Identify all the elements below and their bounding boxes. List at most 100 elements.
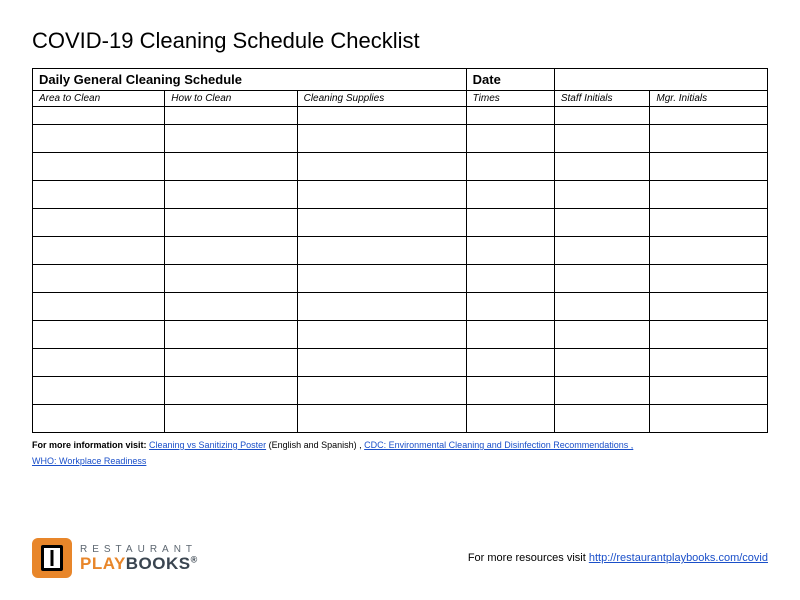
table-cell	[650, 181, 768, 209]
col-times: Times	[466, 91, 554, 107]
table-cell	[297, 321, 466, 349]
table-cell	[554, 265, 650, 293]
table-cell	[650, 153, 768, 181]
table-cell	[650, 293, 768, 321]
table-cell	[165, 405, 297, 433]
table-cell	[33, 321, 165, 349]
table-cell	[466, 181, 554, 209]
logo-text-bottom: PLAYBOOKS®	[80, 555, 198, 572]
table-cell	[33, 349, 165, 377]
table-cell	[466, 125, 554, 153]
footer-text: For more resources visit http://restaura…	[468, 552, 768, 564]
table-cell	[297, 349, 466, 377]
table-cell	[466, 293, 554, 321]
info-prefix: For more information visit:	[32, 440, 147, 450]
footer-link[interactable]: http://restaurantplaybooks.com/covid	[589, 552, 768, 564]
table-cell	[33, 181, 165, 209]
table-cell	[554, 405, 650, 433]
table-cell	[165, 237, 297, 265]
table-cell	[554, 181, 650, 209]
cleaning-schedule-table: Daily General Cleaning Schedule Date Are…	[32, 68, 768, 433]
table-cell	[650, 265, 768, 293]
table-cell	[165, 349, 297, 377]
footer: RESTAURANT PLAYBOOKS® For more resources…	[32, 538, 768, 578]
table-cell	[466, 265, 554, 293]
table-cell	[650, 349, 768, 377]
table-row	[33, 237, 768, 265]
info-links: For more information visit: Cleaning vs …	[32, 437, 768, 469]
table-cell	[33, 107, 165, 125]
table-cell	[650, 125, 768, 153]
table-cell	[466, 209, 554, 237]
table-cell	[297, 377, 466, 405]
table-cell	[33, 377, 165, 405]
table-cell	[297, 209, 466, 237]
logo-text: RESTAURANT PLAYBOOKS®	[80, 545, 198, 572]
link-who[interactable]: WHO: Workplace Readiness	[32, 456, 146, 466]
table-row	[33, 209, 768, 237]
table-row	[33, 293, 768, 321]
table-cell	[650, 377, 768, 405]
table-row	[33, 321, 768, 349]
page-title: COVID-19 Cleaning Schedule Checklist	[32, 28, 768, 54]
table-cell	[33, 293, 165, 321]
table-cell	[297, 181, 466, 209]
table-cell	[33, 209, 165, 237]
footer-prefix: For more resources visit	[468, 552, 589, 564]
col-supplies: Cleaning Supplies	[297, 91, 466, 107]
table-cell	[33, 405, 165, 433]
logo-icon	[32, 538, 72, 578]
table-cell	[466, 237, 554, 265]
table-cell	[554, 377, 650, 405]
table-cell	[33, 125, 165, 153]
table-row	[33, 125, 768, 153]
table-cell	[650, 405, 768, 433]
table-cell	[297, 293, 466, 321]
table-cell	[165, 265, 297, 293]
table-cell	[554, 237, 650, 265]
table-cell	[165, 153, 297, 181]
table-cell	[165, 293, 297, 321]
table-cell	[554, 349, 650, 377]
table-cell	[165, 377, 297, 405]
table-cell	[554, 209, 650, 237]
table-cell	[165, 125, 297, 153]
table-row	[33, 181, 768, 209]
table-cell	[554, 293, 650, 321]
link-cdc[interactable]: CDC: Environmental Cleaning and Disinfec…	[364, 440, 633, 450]
table-cell	[297, 153, 466, 181]
table-cell	[297, 237, 466, 265]
table-row	[33, 265, 768, 293]
header-date-value	[554, 69, 767, 91]
table-cell	[297, 405, 466, 433]
header-schedule: Daily General Cleaning Schedule	[33, 69, 467, 91]
table-cell	[466, 377, 554, 405]
table-row	[33, 153, 768, 181]
table-cell	[297, 107, 466, 125]
table-cell	[466, 107, 554, 125]
table-cell	[650, 237, 768, 265]
info-link1-suffix: (English and Spanish) ,	[266, 440, 364, 450]
col-area: Area to Clean	[33, 91, 165, 107]
table-cell	[466, 349, 554, 377]
table-cell	[33, 265, 165, 293]
table-cell	[466, 405, 554, 433]
table-title-row: Daily General Cleaning Schedule Date	[33, 69, 768, 91]
table-column-header-row: Area to Clean How to Clean Cleaning Supp…	[33, 91, 768, 107]
table-cell	[554, 125, 650, 153]
table-cell	[650, 209, 768, 237]
table-cell	[33, 153, 165, 181]
table-cell	[165, 181, 297, 209]
table-cell	[650, 321, 768, 349]
col-how: How to Clean	[165, 91, 297, 107]
table-row	[33, 107, 768, 125]
table-row	[33, 349, 768, 377]
table-cell	[650, 107, 768, 125]
table-cell	[554, 321, 650, 349]
col-mgr: Mgr. Initials	[650, 91, 768, 107]
table-row	[33, 405, 768, 433]
link-cleaning-sanitizing[interactable]: Cleaning vs Sanitizing Poster	[149, 440, 266, 450]
table-cell	[165, 209, 297, 237]
table-cell	[165, 321, 297, 349]
header-date-label: Date	[466, 69, 554, 91]
